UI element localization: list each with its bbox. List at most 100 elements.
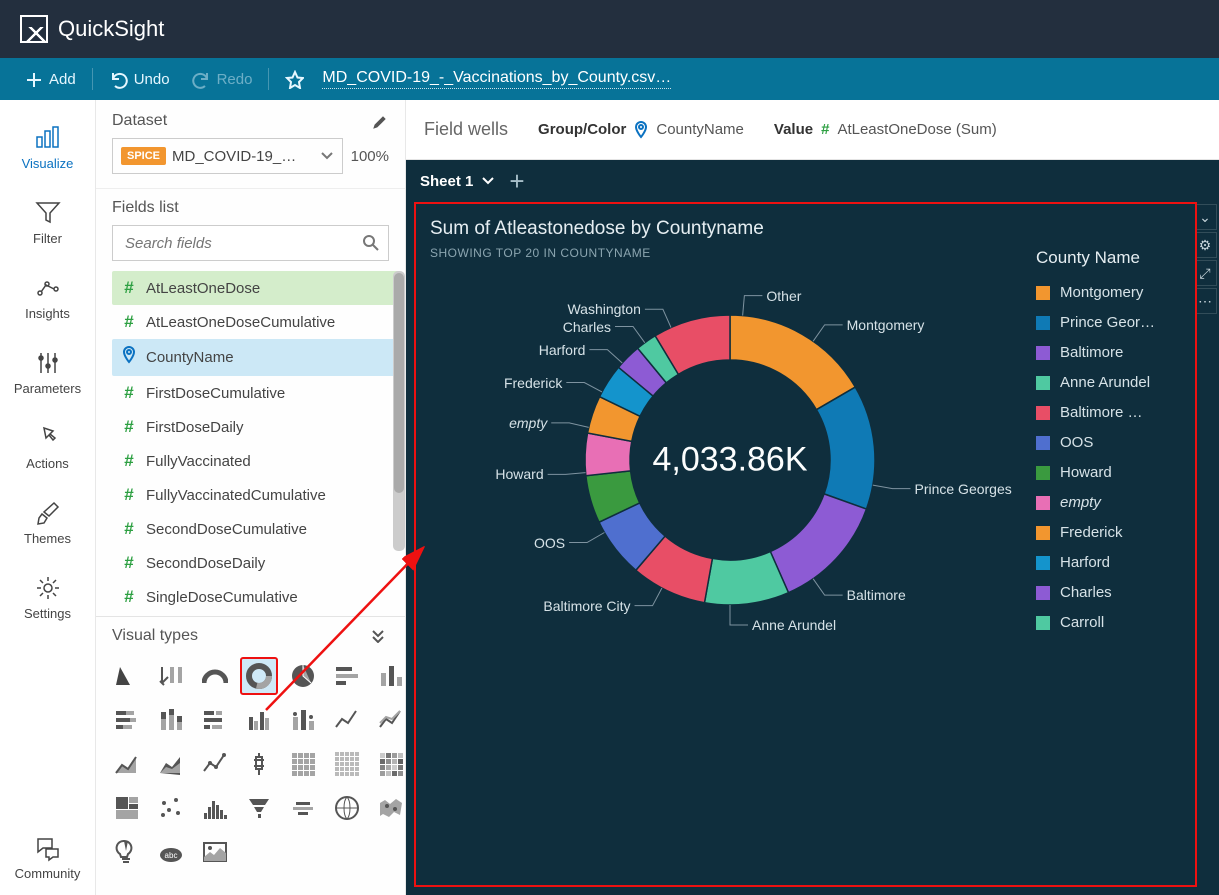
legend-title: County Name (1036, 248, 1181, 268)
nav-visualize[interactable]: Visualize (0, 110, 95, 185)
visual-type-19[interactable] (328, 745, 366, 783)
field-CountyName[interactable]: CountyName (112, 339, 399, 376)
visual-type-17[interactable] (240, 745, 278, 783)
legend-swatch (1036, 466, 1050, 480)
visual-type-27[interactable] (372, 789, 410, 827)
visual-type-6[interactable] (372, 657, 410, 695)
visual-type-9[interactable] (196, 701, 234, 739)
field-SecondDoseCumulative[interactable]: #SecondDoseCumulative (112, 512, 399, 546)
visual-type-0[interactable] (108, 657, 146, 695)
visual-type-2[interactable] (196, 657, 234, 695)
add-sheet-button[interactable]: + (509, 168, 524, 194)
visual-type-14[interactable] (108, 745, 146, 783)
visual-type-23[interactable] (196, 789, 234, 827)
app-name: QuickSight (58, 16, 164, 42)
undo-button[interactable]: Undo (99, 64, 180, 95)
visual-type-4[interactable] (284, 657, 322, 695)
visual-type-3[interactable] (240, 657, 278, 695)
dataset-header: Dataset (112, 112, 167, 130)
legend-item[interactable]: Anne Arundel (1036, 374, 1181, 391)
slice-label: Harford (539, 342, 586, 358)
visual-type-22[interactable] (152, 789, 190, 827)
nav-insights[interactable]: Insights (0, 260, 95, 335)
slice-label: Howard (495, 466, 543, 482)
donut-chart-visual[interactable]: Sum of Atleastonedose by Countyname SHOW… (414, 202, 1197, 887)
visual-type-25[interactable] (284, 789, 322, 827)
chat-icon (34, 834, 62, 862)
group-color-well[interactable]: Group/Color CountyName (538, 121, 744, 139)
sheet-tab-1[interactable]: Sheet 1 (420, 173, 495, 190)
nav-filter[interactable]: Filter (0, 185, 95, 260)
field-FullyVaccinated[interactable]: #FullyVaccinated (112, 444, 399, 478)
nav-themes[interactable]: Themes (0, 485, 95, 560)
legend-swatch (1036, 316, 1050, 330)
visual-type-24[interactable] (240, 789, 278, 827)
quicksight-logo-icon (20, 15, 48, 43)
legend-item[interactable]: Charles (1036, 584, 1181, 601)
legend-item[interactable]: Harford (1036, 554, 1181, 571)
visual-type-16[interactable] (196, 745, 234, 783)
visual-type-10[interactable] (240, 701, 278, 739)
legend-item[interactable]: OOS (1036, 434, 1181, 451)
visual-type-5[interactable] (328, 657, 366, 695)
field-AtLeastOneDoseCumulative[interactable]: #AtLeastOneDoseCumulative (112, 305, 399, 339)
visual-type-30[interactable] (196, 833, 234, 871)
hash-icon: # (821, 121, 829, 138)
hash-icon: # (120, 553, 138, 573)
nav-settings[interactable]: Settings (0, 560, 95, 635)
slice-label: Prince Georges (914, 481, 1011, 497)
legend-item[interactable]: Frederick (1036, 524, 1181, 541)
redo-button[interactable]: Redo (182, 64, 263, 95)
search-fields-input[interactable] (112, 225, 389, 261)
visual-type-21[interactable] (108, 789, 146, 827)
nav-community[interactable]: Community (0, 820, 95, 895)
visual-type-26[interactable] (328, 789, 366, 827)
visual-type-11[interactable] (284, 701, 322, 739)
logo[interactable]: QuickSight (20, 15, 164, 43)
plus-icon (24, 70, 43, 89)
legend-item[interactable]: Carroll (1036, 614, 1181, 631)
chart-subtitle: SHOWING TOP 20 IN COUNTYNAME (430, 246, 1036, 260)
visual-type-13[interactable] (372, 701, 410, 739)
donut-chart[interactable]: OtherMontgomeryPrince GeorgesBaltimoreAn… (430, 270, 1030, 650)
favorite-button[interactable] (275, 64, 314, 95)
visual-type-8[interactable] (152, 701, 190, 739)
legend-swatch (1036, 376, 1050, 390)
visual-type-28[interactable] (108, 833, 146, 871)
field-SingleDoseCumulative[interactable]: #SingleDoseCumulative (112, 580, 399, 614)
field-AtLeastOneDose[interactable]: #AtLeastOneDose (112, 271, 399, 305)
legend-item[interactable]: Montgomery (1036, 284, 1181, 301)
legend-item[interactable]: Baltimore … (1036, 404, 1181, 421)
visual-type-18[interactable] (284, 745, 322, 783)
visual-type-29[interactable]: abc (152, 833, 190, 871)
visual-type-15[interactable] (152, 745, 190, 783)
legend-item[interactable]: Prince Geor… (1036, 314, 1181, 331)
field-FirstDoseDaily[interactable]: #FirstDoseDaily (112, 410, 399, 444)
field-wells[interactable]: Field wells Group/Color CountyName Value… (406, 100, 1219, 160)
legend-item[interactable]: Howard (1036, 464, 1181, 481)
legend-swatch (1036, 616, 1050, 630)
dataset-percent: 100% (351, 148, 389, 165)
undo-icon (109, 70, 128, 89)
nav-parameters[interactable]: Parameters (0, 335, 95, 410)
legend-item[interactable]: empty (1036, 494, 1181, 511)
visual-type-1[interactable] (152, 657, 190, 695)
field-SecondDoseDaily[interactable]: #SecondDoseDaily (112, 546, 399, 580)
field-SingleDoseDaily[interactable]: #SingleDoseDaily (112, 614, 399, 616)
scrollbar[interactable] (393, 271, 405, 551)
dataset-select[interactable]: SPICE MD_COVID-19_… (112, 138, 343, 174)
visual-type-20[interactable] (372, 745, 410, 783)
nav-actions[interactable]: Actions (0, 410, 95, 485)
visual-type-12[interactable] (328, 701, 366, 739)
value-well[interactable]: Value # AtLeastOneDose (Sum) (774, 121, 997, 138)
visual-type-7[interactable] (108, 701, 146, 739)
analysis-title[interactable]: MD_COVID-19_-_Vaccinations_by_County.csv… (322, 69, 671, 89)
add-button[interactable]: Add (14, 64, 86, 95)
collapse-icon[interactable] (371, 629, 389, 643)
pencil-icon[interactable] (373, 113, 389, 129)
field-FirstDoseCumulative[interactable]: #FirstDoseCumulative (112, 376, 399, 410)
slice-label: OOS (534, 535, 565, 551)
field-FullyVaccinatedCumulative[interactable]: #FullyVaccinatedCumulative (112, 478, 399, 512)
legend-item[interactable]: Baltimore (1036, 344, 1181, 361)
hash-icon: # (120, 587, 138, 607)
